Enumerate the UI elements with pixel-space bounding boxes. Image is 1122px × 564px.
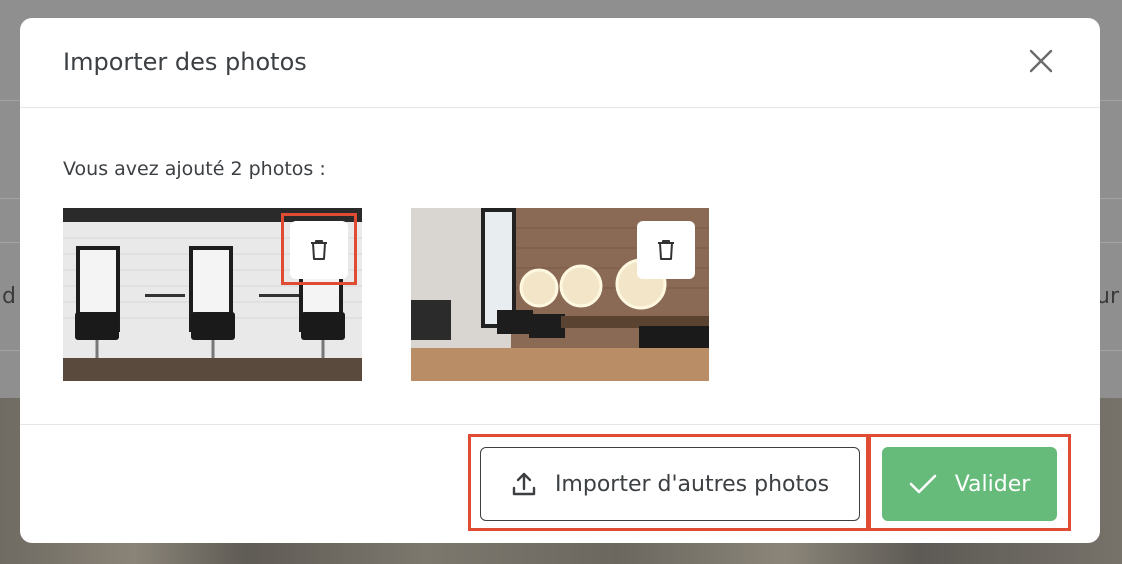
close-button[interactable] <box>1028 48 1054 74</box>
highlight-box-validate <box>868 434 1071 531</box>
delete-photo-button[interactable] <box>637 221 695 279</box>
trash-icon <box>658 240 674 260</box>
highlight-box-import <box>468 434 869 531</box>
modal-header: Importer des photos <box>20 18 1100 108</box>
background-text-left: d <box>2 284 16 309</box>
close-icon <box>1029 49 1053 73</box>
photo-count-text: Vous avez ajouté 2 photos : <box>63 158 326 180</box>
highlight-box-delete <box>281 213 357 285</box>
modal-title: Importer des photos <box>63 48 307 76</box>
